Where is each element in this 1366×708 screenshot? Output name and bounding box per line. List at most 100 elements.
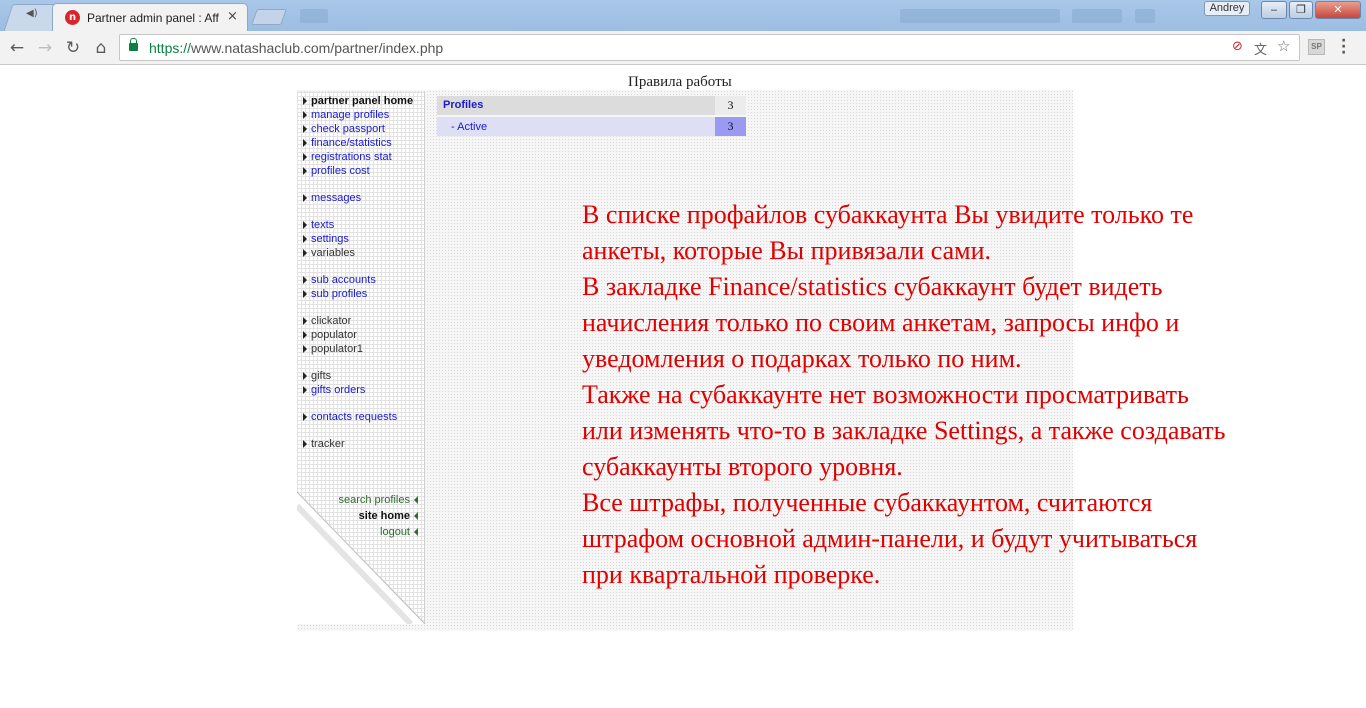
menu-icon[interactable]: · · · — [1341, 34, 1346, 60]
sidebar-item-label: finance/statistics — [311, 137, 392, 149]
sidebar-item-label: populator — [311, 329, 357, 341]
active-tab[interactable]: n Partner admin panel : Aff × — [52, 3, 248, 31]
arrow-left-icon — [414, 528, 418, 536]
maximize-icon[interactable]: ❐ — [1289, 1, 1313, 19]
note-line: или изменять что-то в закладке Settings,… — [582, 416, 1226, 445]
active-profiles-link[interactable]: - Active — [437, 117, 715, 136]
note-line: при квартальной проверке. — [582, 560, 881, 589]
profiles-stats-table: Profiles 3 - Active 3 — [437, 96, 746, 136]
address-bar[interactable]: https://www.natashaclub.com/partner/inde… — [119, 34, 1300, 61]
back-arrow-icon[interactable]: ← — [6, 37, 28, 59]
sidebar-item-label: profiles cost — [311, 165, 370, 177]
sidebar-menu: partner panel home manage profiles check p… — [302, 94, 413, 451]
arrow-right-icon — [303, 97, 307, 105]
sidebar-item-profiles-cost[interactable]: profiles cost — [302, 164, 413, 178]
sidebar-item-label: settings — [311, 233, 349, 245]
minimize-icon[interactable]: ‒ — [1261, 1, 1287, 19]
sidebar-item-texts[interactable]: texts — [302, 218, 413, 232]
sidebar-item-finance-statistics[interactable]: finance/statistics — [302, 136, 413, 150]
arrow-right-icon — [303, 276, 307, 284]
window-titlebar: ◀) n Partner admin panel : Aff × Andrey … — [0, 0, 1366, 31]
page-title: Правила работы — [628, 74, 732, 90]
profiles-link[interactable]: Profiles — [437, 96, 715, 116]
arrow-right-icon — [303, 345, 307, 353]
taskbar-blur — [900, 9, 1060, 23]
star-icon[interactable]: ☆ — [1277, 37, 1290, 55]
home-icon[interactable]: ⌂ — [90, 37, 112, 59]
arrow-right-icon — [303, 221, 307, 229]
close-window-icon[interactable]: ✕ — [1315, 1, 1361, 19]
profiles-count: 3 — [715, 96, 746, 116]
sidebar-item-label: variables — [311, 247, 356, 259]
sidebar-item-partner-panel-home[interactable]: partner panel home — [302, 94, 413, 108]
profile-button[interactable]: Andrey — [1204, 1, 1250, 16]
taskbar-blur — [1072, 9, 1122, 23]
sidebar-item-label: texts — [311, 219, 335, 231]
taskbar-blur — [1135, 9, 1155, 23]
sidebar-item-gifts[interactable]: gifts — [302, 369, 413, 383]
arrow-right-icon — [303, 125, 307, 133]
sidebar-item-manage-profiles[interactable]: manage profiles — [302, 108, 413, 122]
reload-icon[interactable]: ↻ — [62, 37, 84, 59]
sidebar-item-registrations-stat[interactable]: registrations stat — [302, 150, 413, 164]
note-line: уведомления о подарках только по ним. — [582, 344, 1022, 373]
arrow-right-icon — [303, 372, 307, 380]
forward-arrow-icon[interactable]: → — [34, 37, 56, 59]
tab-title: Partner admin panel : Aff — [87, 11, 219, 25]
logout-link[interactable]: logout — [338, 524, 418, 540]
arrow-right-icon — [303, 249, 307, 257]
active-profiles-count: 3 — [715, 117, 746, 136]
search-profiles-link[interactable]: search profiles — [338, 492, 418, 508]
table-row: - Active 3 — [437, 117, 746, 136]
arrow-right-icon — [303, 413, 307, 421]
sidebar-item-label: sub accounts — [311, 274, 376, 286]
note-line: субаккаунты второго уровня. — [582, 452, 903, 481]
sidebar-item-label: contacts requests — [311, 411, 398, 423]
sidebar-bottom-links: search profiles site home logout — [338, 492, 418, 540]
note-line: В списке профайлов субаккаунта Вы увидит… — [582, 200, 1194, 229]
sidebar-item-label: gifts orders — [311, 384, 366, 396]
sidebar-item-gifts-orders[interactable]: gifts orders — [302, 383, 413, 397]
sidebar-item-tracker[interactable]: tracker — [302, 437, 413, 451]
lock-icon — [129, 38, 138, 51]
url-text[interactable]: https://www.natashaclub.com/partner/inde… — [149, 40, 443, 56]
arrow-right-icon — [303, 317, 307, 325]
arrow-right-icon — [303, 440, 307, 448]
sidebar-item-contacts-requests[interactable]: contacts requests — [302, 410, 413, 424]
arrow-left-icon — [414, 496, 418, 504]
sidebar-item-label: check passport — [311, 123, 385, 135]
new-tab-button[interactable] — [251, 9, 287, 25]
sidebar-item-settings[interactable]: settings — [302, 232, 413, 246]
note-line: Все штрафы, полученные субаккаунтом, счи… — [582, 488, 1153, 517]
sidebar-item-check-passport[interactable]: check passport — [302, 122, 413, 136]
sidebar-item-populator1[interactable]: populator1 — [302, 342, 413, 356]
site-favicon-icon: n — [65, 10, 80, 25]
extension-icon[interactable]: SP — [1308, 39, 1325, 55]
sidebar-item-label: gifts — [311, 370, 332, 382]
tab-close-icon[interactable]: × — [227, 9, 238, 24]
sidebar-item-populator[interactable]: populator — [302, 328, 413, 342]
translate-icon[interactable]: 文 — [1254, 39, 1267, 58]
sidebar-item-label: manage profiles — [311, 109, 390, 121]
subaccount-rules-note: В списке профайлов субаккаунта Вы увидит… — [582, 197, 1352, 593]
sidebar-item-label: partner panel home — [311, 95, 414, 107]
sidebar-item-sub-profiles[interactable]: sub profiles — [302, 287, 413, 301]
sidebar-item-messages[interactable]: messages — [302, 191, 413, 205]
site-home-link[interactable]: site home — [338, 508, 418, 524]
sidebar-item-sub-accounts[interactable]: sub accounts — [302, 273, 413, 287]
arrow-right-icon — [303, 235, 307, 243]
note-line: Также на субаккаунте нет возможности про… — [582, 380, 1189, 409]
speaker-icon: ◀) — [26, 8, 38, 19]
note-line: штрафом основной админ-панели, и будут у… — [582, 524, 1198, 553]
sidebar-item-label: sub profiles — [311, 288, 368, 300]
sidebar-item-clickator[interactable]: clickator — [302, 314, 413, 328]
sidebar: partner panel home manage profiles check p… — [297, 92, 425, 624]
table-row: Profiles 3 — [437, 96, 746, 116]
arrow-right-icon — [303, 139, 307, 147]
sidebar-item-label: registrations stat — [311, 151, 392, 163]
sidebar-item-label: messages — [311, 192, 362, 204]
taskbar-blur — [300, 9, 328, 23]
sidebar-item-variables[interactable]: variables — [302, 246, 413, 260]
browser-toolbar: ← → ↻ ⌂ https://www.natashaclub.com/part… — [0, 31, 1366, 65]
blocked-icon[interactable]: ⊘ — [1232, 39, 1243, 54]
